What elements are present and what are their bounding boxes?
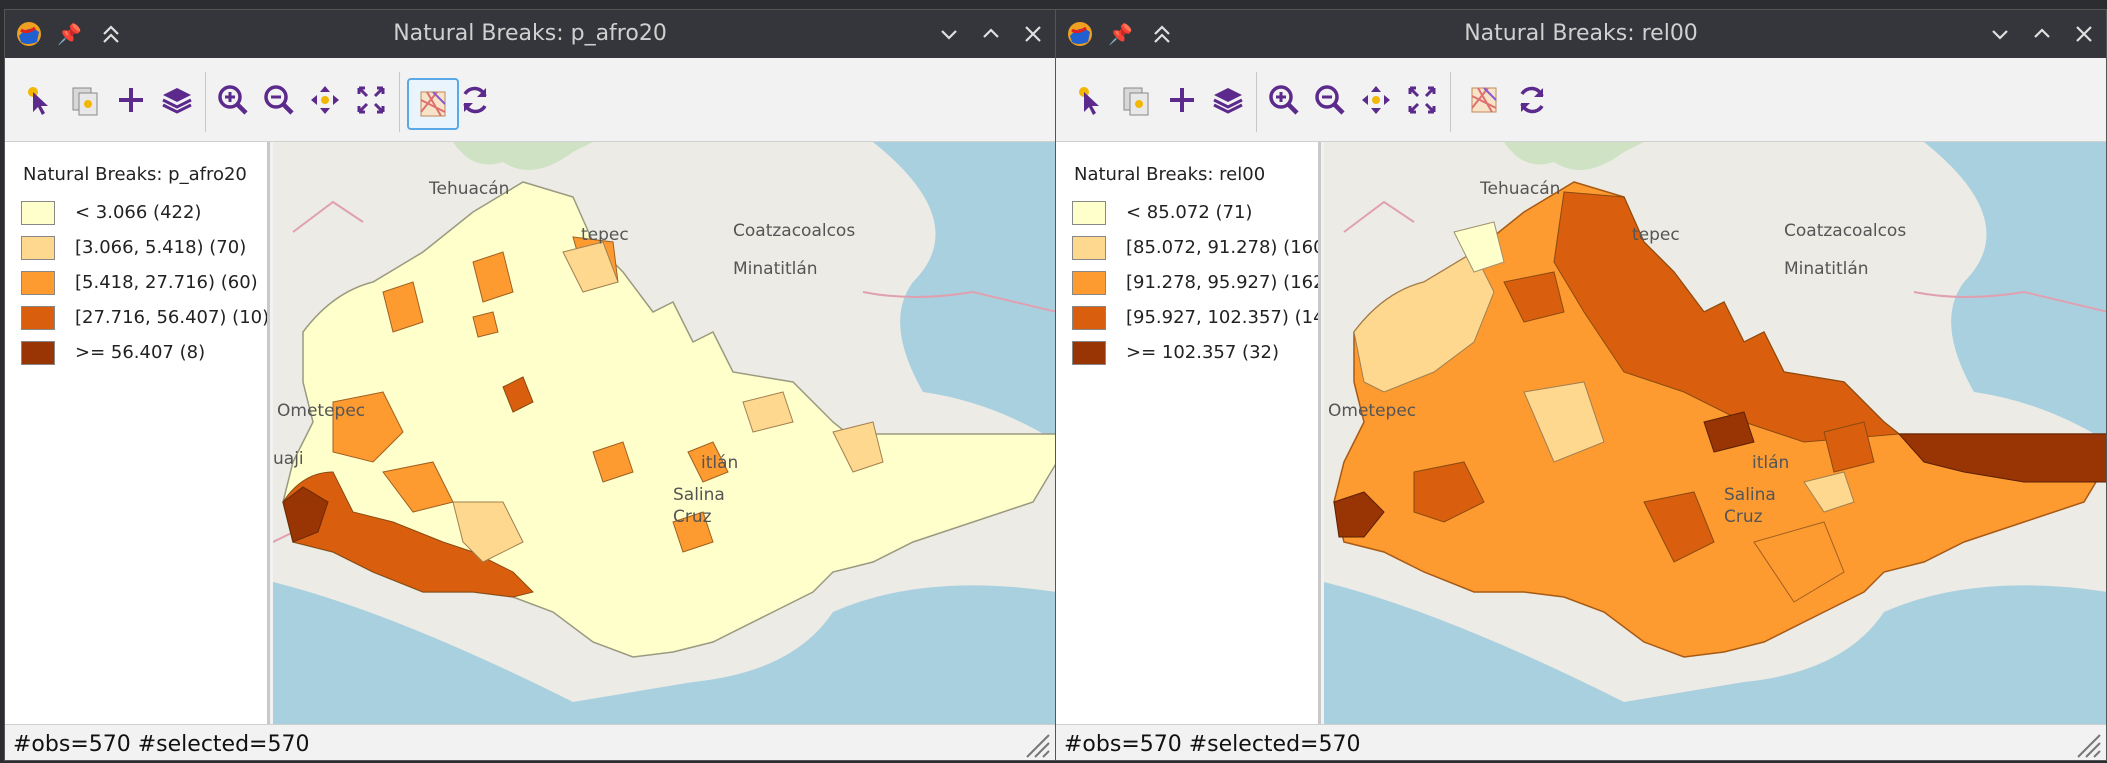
fit-extent-icon[interactable] bbox=[351, 80, 391, 120]
pin-icon[interactable]: 📌 bbox=[1108, 22, 1133, 46]
legend-label: [91.278, 95.927) (162) bbox=[1126, 272, 1321, 293]
choropleth-map[interactable]: Tehuacán tepec Coatzacoalcos Minatitlán … bbox=[1324, 142, 2107, 724]
close-icon[interactable] bbox=[1021, 22, 1045, 46]
pan-icon[interactable] bbox=[1356, 80, 1396, 120]
map-window-rel00: 📌 Natural Breaks: rel00 Natural Breaks: … bbox=[1055, 9, 2107, 761]
window-title: Natural Breaks: rel00 bbox=[1464, 21, 1698, 46]
map-legend: Natural Breaks: rel00 < 85.072 (71) [85.… bbox=[1056, 142, 1321, 724]
basemap-icon[interactable] bbox=[1464, 80, 1504, 120]
copy-map-icon[interactable] bbox=[65, 80, 105, 120]
legend-label: [85.072, 91.278) (160) bbox=[1126, 237, 1321, 258]
legend-label: [5.418, 27.716) (60) bbox=[75, 272, 258, 293]
map-label-ometepec: Ometepec bbox=[1328, 401, 1416, 421]
layers-icon[interactable] bbox=[157, 80, 197, 120]
map-label-salina: Salina bbox=[673, 485, 725, 505]
legend-swatch bbox=[21, 236, 55, 260]
map-label-acapulco: uaji bbox=[273, 449, 304, 469]
legend-label: [27.716, 56.407) (10) bbox=[75, 307, 270, 328]
map-legend: Natural Breaks: p_afro20 < 3.066 (422) [… bbox=[5, 142, 270, 724]
legend-swatch bbox=[21, 271, 55, 295]
refresh-icon[interactable] bbox=[455, 80, 495, 120]
map-label-minatitlan: Minatitlán bbox=[1784, 259, 1869, 279]
map-toolbar bbox=[5, 58, 1055, 142]
map-label-minatitlan: Minatitlán bbox=[733, 259, 818, 279]
basemap-icon[interactable] bbox=[407, 78, 459, 130]
status-bar: #obs=570 #selected=570 bbox=[5, 724, 1055, 760]
map-label-cruz: Cruz bbox=[1724, 507, 1763, 527]
toolbar-separator bbox=[1256, 72, 1257, 132]
geoda-app-icon[interactable] bbox=[1066, 20, 1094, 48]
legend-swatch bbox=[21, 201, 55, 225]
legend-title: Natural Breaks: p_afro20 bbox=[23, 164, 247, 185]
pin-icon[interactable]: 📌 bbox=[57, 22, 82, 46]
chevron-double-up-icon[interactable] bbox=[99, 20, 123, 48]
map-label-coatzacoalcos: Coatzacoalcos bbox=[1784, 221, 1906, 241]
legend-swatch bbox=[21, 306, 55, 330]
map-label-salina: Salina bbox=[1724, 485, 1776, 505]
map-window-p-afro20: 📌 Natural Breaks: p_afro20 Natural Break… bbox=[4, 9, 1056, 761]
window-title: Natural Breaks: p_afro20 bbox=[393, 21, 667, 46]
legend-label: < 85.072 (71) bbox=[1126, 202, 1253, 223]
legend-title: Natural Breaks: rel00 bbox=[1074, 164, 1266, 185]
copy-map-icon[interactable] bbox=[1116, 80, 1156, 120]
title-bar[interactable]: 📌 Natural Breaks: p_afro20 bbox=[5, 10, 1055, 58]
add-layer-icon[interactable] bbox=[111, 80, 151, 120]
title-bar[interactable]: 📌 Natural Breaks: rel00 bbox=[1056, 10, 2106, 58]
chevron-double-up-icon[interactable] bbox=[1150, 20, 1174, 48]
status-text: #obs=570 #selected=570 bbox=[13, 732, 310, 757]
legend-swatch bbox=[1072, 236, 1106, 260]
zoom-out-icon[interactable] bbox=[259, 80, 299, 120]
legend-swatch bbox=[1072, 271, 1106, 295]
map-label-tepec: tepec bbox=[581, 225, 629, 245]
map-label-tlan: itlán bbox=[1752, 453, 1789, 473]
map-label-tehuacan: Tehuacán bbox=[428, 179, 509, 199]
map-label-tepec: tepec bbox=[1632, 225, 1680, 245]
legend-label: >= 102.357 (32) bbox=[1126, 342, 1279, 363]
close-icon[interactable] bbox=[2072, 22, 2096, 46]
legend-label: >= 56.407 (8) bbox=[75, 342, 206, 363]
zoom-in-icon[interactable] bbox=[213, 80, 253, 120]
zoom-out-icon[interactable] bbox=[1310, 80, 1350, 120]
refresh-icon[interactable] bbox=[1512, 80, 1552, 120]
fit-extent-icon[interactable] bbox=[1402, 80, 1442, 120]
choropleth-map[interactable]: Tehuacán tepec Coatzacoalcos Minatitlán … bbox=[273, 142, 1056, 724]
legend-swatch bbox=[1072, 306, 1106, 330]
resize-grip-icon[interactable] bbox=[1021, 729, 1051, 759]
map-label-ometepec: Ometepec bbox=[277, 401, 365, 421]
legend-swatch bbox=[21, 341, 55, 365]
map-label-cruz: Cruz bbox=[673, 507, 712, 527]
status-bar: #obs=570 #selected=570 bbox=[1056, 724, 2106, 760]
minimize-icon[interactable] bbox=[937, 22, 961, 46]
map-label-coatzacoalcos: Coatzacoalcos bbox=[733, 221, 855, 241]
map-canvas[interactable]: Tehuacán tepec Coatzacoalcos Minatitlán … bbox=[273, 142, 1056, 724]
geoda-app-icon[interactable] bbox=[15, 20, 43, 48]
select-pointer-icon[interactable] bbox=[1070, 80, 1110, 120]
minimize-icon[interactable] bbox=[1988, 22, 2012, 46]
maximize-icon[interactable] bbox=[979, 22, 1003, 46]
map-canvas[interactable]: Tehuacán tepec Coatzacoalcos Minatitlán … bbox=[1324, 142, 2107, 724]
legend-label: [3.066, 5.418) (70) bbox=[75, 237, 247, 258]
toolbar-separator bbox=[205, 72, 206, 132]
region-orange[interactable] bbox=[472, 311, 499, 338]
select-pointer-icon[interactable] bbox=[19, 80, 59, 120]
map-label-tehuacan: Tehuacán bbox=[1479, 179, 1560, 199]
resize-grip-icon[interactable] bbox=[2072, 729, 2102, 759]
layers-icon[interactable] bbox=[1208, 80, 1248, 120]
legend-label: [95.927, 102.357) (145) bbox=[1126, 307, 1318, 328]
legend-label: < 3.066 (422) bbox=[75, 202, 202, 223]
map-toolbar bbox=[1056, 58, 2106, 142]
map-label-tlan: itlán bbox=[701, 453, 738, 473]
zoom-in-icon[interactable] bbox=[1264, 80, 1304, 120]
pan-icon[interactable] bbox=[305, 80, 345, 120]
maximize-icon[interactable] bbox=[2030, 22, 2054, 46]
legend-swatch bbox=[1072, 201, 1106, 225]
toolbar-separator bbox=[399, 72, 400, 132]
add-layer-icon[interactable] bbox=[1162, 80, 1202, 120]
toolbar-separator bbox=[1450, 72, 1451, 132]
status-text: #obs=570 #selected=570 bbox=[1064, 732, 1361, 757]
legend-swatch bbox=[1072, 341, 1106, 365]
